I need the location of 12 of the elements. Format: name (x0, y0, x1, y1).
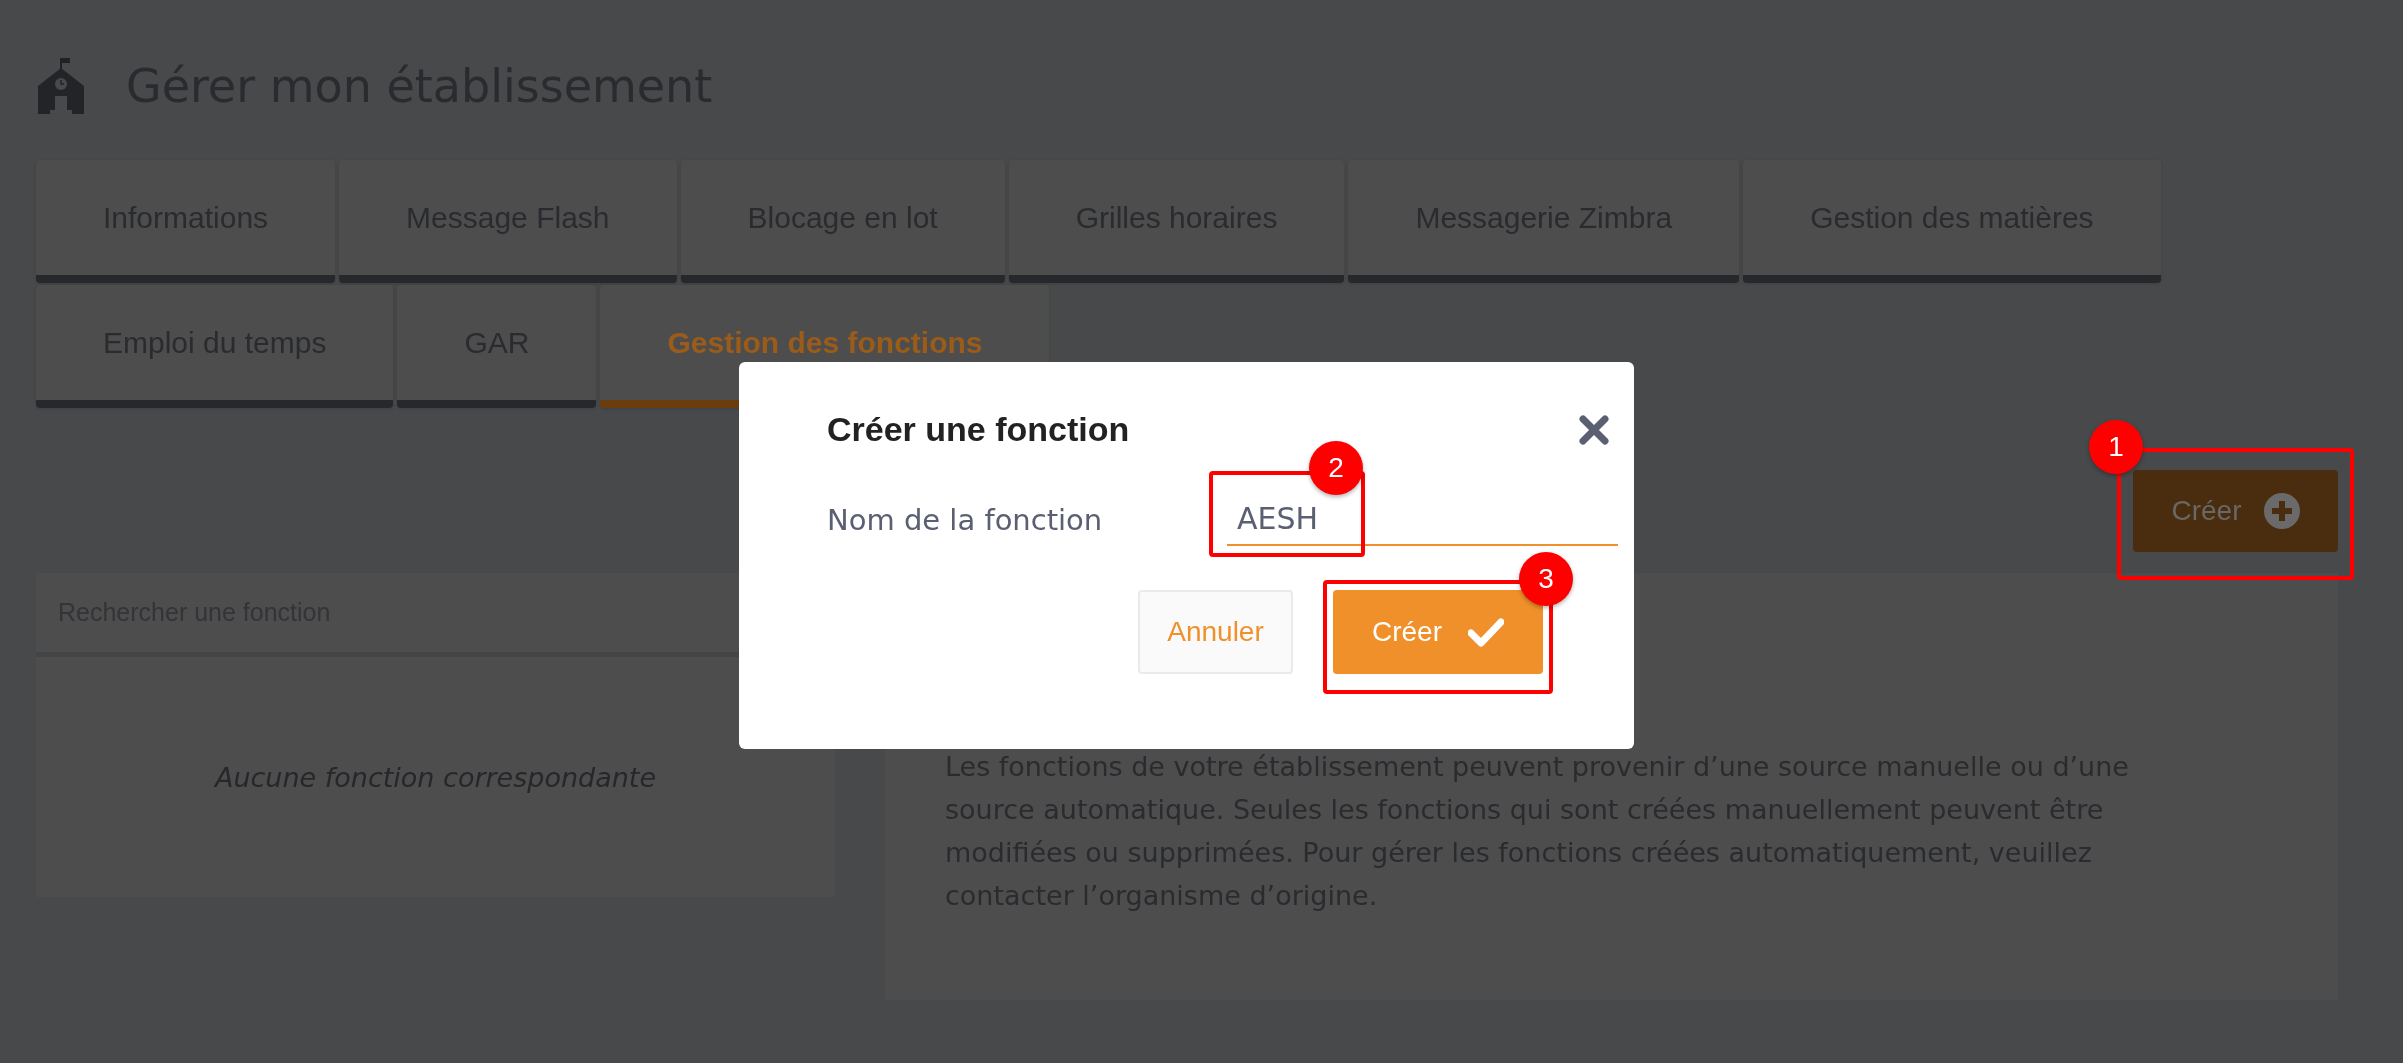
create-button[interactable]: Créer (1333, 590, 1543, 674)
school-icon (36, 58, 86, 114)
cancel-button[interactable]: Annuler (1138, 590, 1293, 674)
step-number-badge: 2 (1309, 441, 1363, 495)
close-icon (1578, 413, 1610, 446)
step-number-badge: 3 (1519, 552, 1573, 606)
create-button[interactable]: Créer (2133, 470, 2338, 552)
checkmark-icon (1468, 617, 1504, 647)
step-number-badge: 1 (2089, 420, 2143, 474)
plus-circle-icon (2263, 493, 2300, 529)
field-label: Nom de la fonction (827, 502, 1104, 537)
dialog-title: Créer une fonction (827, 410, 1130, 449)
